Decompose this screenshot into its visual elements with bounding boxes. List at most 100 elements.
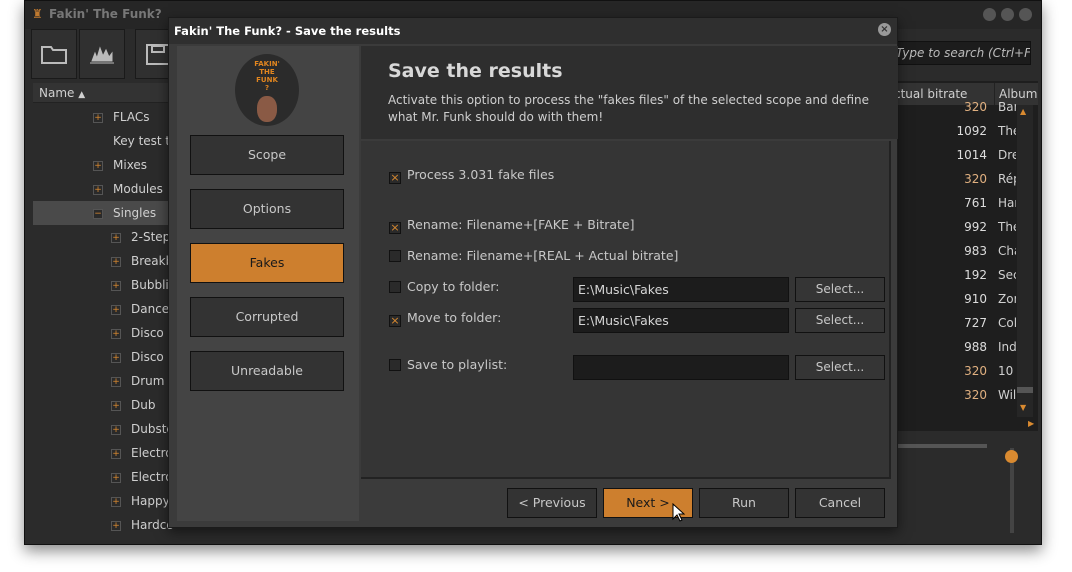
app-icon: ♜ [32, 7, 43, 21]
dialog-heading: Save the results [388, 60, 563, 82]
tree-item-label: Electro [131, 446, 173, 460]
expand-icon[interactable]: + [111, 424, 121, 435]
search-input[interactable]: Type to search (Ctrl+F) [891, 41, 1031, 65]
dialog-title-bar: Fakin' The Funk? - Save the results × [169, 18, 897, 44]
move-label: Move to folder: [407, 310, 502, 325]
album-cell: Second [998, 268, 1016, 282]
album-cell: Dreams [998, 148, 1016, 162]
scroll-thumb[interactable] [1017, 387, 1033, 393]
expand-icon[interactable]: + [111, 232, 121, 243]
copy-select-button[interactable]: Select... [795, 277, 885, 302]
nav-unreadable-button[interactable]: Unreadable [190, 351, 344, 391]
expand-icon[interactable]: + [111, 304, 121, 315]
table-row[interactable]: 320 Banned [898, 95, 1016, 119]
maximize-button[interactable] [1001, 8, 1014, 21]
expand-icon[interactable]: + [111, 496, 121, 507]
rename-real-checkbox[interactable]: Rename: Filename+[REAL + Actual bitrate] [389, 248, 678, 263]
expand-icon[interactable]: + [93, 184, 103, 195]
bitrate-cell: 1092 [956, 124, 987, 138]
bitrate-cell: 983 [964, 244, 987, 258]
album-cell: Banned [998, 100, 1016, 114]
playlist-input[interactable] [573, 355, 789, 380]
collapse-icon[interactable]: − [93, 208, 103, 219]
album-cell: Wild Ch [998, 388, 1016, 402]
expand-icon[interactable]: + [93, 160, 103, 171]
table-row[interactable]: 910 Zombie [898, 287, 1016, 311]
rename-fake-checkbox[interactable]: × Rename: Filename+[FAKE + Bitrate] [389, 217, 635, 234]
nav-options-button[interactable]: Options [190, 189, 344, 229]
tree-item-label: FLACs [113, 110, 150, 124]
position-slider[interactable] [897, 444, 987, 448]
expand-icon[interactable]: + [111, 448, 121, 459]
close-button[interactable] [1019, 8, 1032, 21]
album-cell: Zombie [998, 292, 1016, 306]
tree-item-label: Key test tr [113, 134, 176, 148]
bitrate-cell: 727 [964, 316, 987, 330]
bitrate-cell: 1014 [956, 148, 987, 162]
dialog-title: Fakin' The Funk? - Save the results [174, 24, 401, 38]
table-row[interactable]: 983 Chase Y [898, 239, 1016, 263]
folder-icon [41, 46, 67, 64]
expand-icon[interactable]: + [111, 256, 121, 267]
bitrate-cell: 992 [964, 220, 987, 234]
playlist-select-button[interactable]: Select... [795, 355, 885, 380]
expand-icon[interactable]: + [111, 352, 121, 363]
dialog-header: Save the results Activate this option to… [361, 46, 898, 139]
table-row[interactable]: 192 Second [898, 263, 1016, 287]
scroll-up-icon[interactable]: ▲ [1020, 107, 1026, 116]
table-row[interactable]: 761 Hardco [898, 191, 1016, 215]
copy-to-folder-checkbox[interactable]: Copy to folder: [389, 279, 499, 294]
scroll-right-icon[interactable]: ▶ [1028, 419, 1034, 428]
table-row[interactable]: 320 Wild Ch [898, 383, 1016, 407]
checkbox-icon [389, 250, 401, 262]
cancel-button[interactable]: Cancel [795, 488, 885, 518]
expand-icon[interactable]: + [111, 280, 121, 291]
checkbox-icon [389, 359, 401, 371]
expand-icon[interactable]: + [111, 520, 121, 531]
expand-icon[interactable]: + [111, 400, 121, 411]
expand-icon[interactable]: + [93, 112, 103, 123]
previous-button[interactable]: < Previous [507, 488, 597, 518]
volume-slider[interactable] [1005, 448, 1018, 533]
checkbox-checked-icon: × [389, 171, 401, 184]
tree-item-label: Electro [131, 470, 173, 484]
table-row[interactable]: 320 10 Year [898, 359, 1016, 383]
table-row[interactable]: 992 The Thu [898, 215, 1016, 239]
main-title: Fakin' The Funk? [49, 7, 162, 21]
table-row[interactable]: 988 Industri [898, 335, 1016, 359]
wizard-nav-panel: FAKIN' THE FUNK? [177, 46, 359, 521]
move-to-folder-checkbox[interactable]: × Move to folder: [389, 310, 501, 327]
nav-fakes-button[interactable]: Fakes [190, 243, 344, 283]
nav-corrupted-button[interactable]: Corrupted [190, 297, 344, 337]
expand-icon[interactable]: + [111, 472, 121, 483]
save-playlist-checkbox[interactable]: Save to playlist: [389, 357, 507, 372]
bitrate-cell: 320 [964, 388, 987, 402]
run-button[interactable]: Run [699, 488, 789, 518]
volume-handle[interactable] [1005, 450, 1018, 463]
table-row[interactable]: 320 Républi [898, 167, 1016, 191]
open-folder-button[interactable] [31, 29, 77, 79]
album-cell: Hardco [998, 196, 1016, 210]
bitrate-cell: 320 [964, 172, 987, 186]
table-row[interactable]: 1014 Dreams [898, 143, 1016, 167]
copy-label: Copy to folder: [407, 279, 500, 294]
minimize-button[interactable] [983, 8, 996, 21]
nav-scope-button[interactable]: Scope [190, 135, 344, 175]
process-fakes-checkbox[interactable]: × Process 3.031 fake files [389, 167, 554, 184]
copy-folder-input[interactable]: E:\Music\Fakes [573, 277, 789, 302]
expand-icon[interactable]: + [111, 376, 121, 387]
bitrate-cell: 761 [964, 196, 987, 210]
spectrum-button[interactable] [79, 29, 125, 79]
vertical-scrollbar[interactable]: ▲ ▼ [1017, 105, 1033, 417]
move-select-button[interactable]: Select... [795, 308, 885, 333]
scroll-down-icon[interactable]: ▼ [1020, 403, 1026, 412]
tree-item-label: Singles [113, 206, 157, 220]
table-row[interactable]: 727 Colours [898, 311, 1016, 335]
move-folder-input[interactable]: E:\Music\Fakes [573, 308, 789, 333]
expand-icon[interactable]: + [111, 328, 121, 339]
bitrate-cell: 192 [964, 268, 987, 282]
tree-item-label: Breakb [131, 254, 174, 268]
dialog-close-icon[interactable]: × [878, 23, 891, 36]
checkbox-checked-icon: × [389, 221, 401, 234]
table-row[interactable]: 1092 The Ver [898, 119, 1016, 143]
